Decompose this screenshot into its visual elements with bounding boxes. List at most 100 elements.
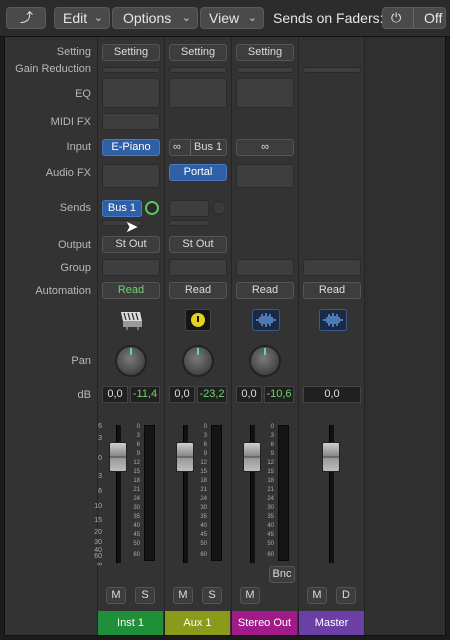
- scale-tick: 3: [98, 473, 102, 480]
- send-level-knob[interactable]: [145, 201, 159, 215]
- audio-fx-slot[interactable]: [102, 164, 160, 188]
- scale-tick: 50: [200, 541, 207, 547]
- pan-knob[interactable]: [249, 345, 281, 377]
- dim-button[interactable]: D: [336, 587, 356, 604]
- volume-value[interactable]: 0,0: [303, 386, 361, 403]
- pan-knob[interactable]: [182, 345, 214, 377]
- scale-tick: 45: [200, 532, 207, 538]
- empty-strip-area: [364, 37, 445, 635]
- group-slot[interactable]: [303, 259, 361, 276]
- stereo-link-button[interactable]: ∞: [236, 139, 294, 156]
- meter-scale: 0 3 6 9 12 15 18 21 24 30 35 40 45 50 60: [120, 423, 140, 563]
- scale-tick: 50: [267, 541, 274, 547]
- setting-button[interactable]: Setting: [236, 44, 294, 61]
- view-menu-label: View: [209, 10, 240, 26]
- peak-level-value[interactable]: -23,2: [197, 386, 227, 403]
- scale-tick: 3: [136, 433, 140, 439]
- send-slot-empty[interactable]: [169, 200, 209, 217]
- volume-value[interactable]: 0,0: [169, 386, 195, 403]
- send-level-knob[interactable]: [212, 201, 226, 215]
- channel-strip-inst1: Setting E-Piano Bus 1 ➤ St Out Read 0,0 …: [94, 37, 163, 635]
- input-slot[interactable]: ∞ Bus 1: [169, 139, 227, 156]
- automation-mode[interactable]: Read: [303, 282, 361, 299]
- setting-button[interactable]: Setting: [169, 44, 227, 61]
- mute-button[interactable]: M: [307, 587, 327, 604]
- volume-fader[interactable]: [322, 442, 340, 472]
- channel-name-inst1[interactable]: Inst 1: [98, 611, 163, 635]
- channel-name-master[interactable]: Master: [299, 611, 364, 635]
- chevron-down-icon: ⌄: [247, 12, 257, 24]
- midi-fx-slot[interactable]: [102, 113, 160, 130]
- volume-value[interactable]: 0,0: [102, 386, 128, 403]
- audio-fx-slot[interactable]: Portal: [169, 164, 227, 181]
- mixer-area: Setting Gain Reduction EQ MIDI FX Input …: [4, 36, 446, 636]
- peak-level-value[interactable]: -11,4: [130, 386, 160, 403]
- send-slot-empty[interactable]: [169, 220, 209, 226]
- waveform-icon[interactable]: [252, 309, 280, 331]
- view-menu[interactable]: View ⌄: [200, 7, 264, 29]
- scale-tick: 45: [267, 532, 274, 538]
- bounce-button[interactable]: Bnc: [269, 566, 295, 583]
- channel-strip-master: Read 0,0 M D Master: [298, 37, 364, 635]
- scale-tick: 35: [267, 514, 274, 520]
- setting-button[interactable]: Setting: [102, 44, 160, 61]
- scale-tick: 9: [136, 451, 140, 457]
- mute-button[interactable]: M: [173, 587, 193, 604]
- scale-tick: 18: [200, 478, 207, 484]
- gain-reduction-row-label: Gain Reduction: [15, 63, 91, 75]
- channel-name-stereo-out[interactable]: Stereo Out: [232, 611, 297, 635]
- edit-menu[interactable]: Edit ⌄: [54, 7, 110, 29]
- group-slot[interactable]: [102, 259, 160, 276]
- eq-slot[interactable]: [236, 78, 294, 108]
- options-menu[interactable]: Options ⌄: [112, 7, 198, 29]
- automation-mode[interactable]: Read: [236, 282, 294, 299]
- scale-tick: 15: [267, 469, 274, 475]
- scale-tick: 6: [203, 442, 207, 448]
- scale-tick: 6: [136, 442, 140, 448]
- sends-on-faders-value: Off: [424, 10, 443, 26]
- sends-on-faders-toggle[interactable]: ⏻ Off: [382, 7, 446, 29]
- back-button[interactable]: ⤴: [6, 7, 46, 29]
- scale-tick: 15: [133, 469, 140, 475]
- audio-fx-slot[interactable]: [236, 164, 294, 188]
- scale-tick: 24: [133, 496, 140, 502]
- output-slot[interactable]: St Out: [169, 236, 227, 253]
- eq-slot[interactable]: [169, 78, 227, 108]
- stereo-link-icon: ∞: [173, 141, 181, 153]
- back-arrow-icon: ⤴: [20, 10, 34, 25]
- scale-tick: 21: [200, 487, 207, 493]
- group-slot[interactable]: [169, 259, 227, 276]
- mute-button[interactable]: M: [240, 587, 260, 604]
- automation-mode[interactable]: Read: [169, 282, 227, 299]
- send-slot-bus1[interactable]: Bus 1: [102, 200, 142, 217]
- scale-tick: 12: [200, 460, 207, 466]
- automation-mode[interactable]: Read: [102, 282, 160, 299]
- scale-tick: 12: [267, 460, 274, 466]
- mixer-toolbar: ⤴ Edit ⌄ Options ⌄ View ⌄ Sends on Fader…: [0, 0, 450, 37]
- solo-button[interactable]: S: [202, 587, 222, 604]
- level-meter: [211, 425, 222, 561]
- eq-slot[interactable]: [102, 78, 160, 108]
- mute-button[interactable]: M: [106, 587, 126, 604]
- scale-tick: 60: [267, 552, 274, 558]
- aux-icon[interactable]: [185, 309, 211, 331]
- volume-value[interactable]: 0,0: [236, 386, 262, 403]
- output-slot[interactable]: St Out: [102, 236, 160, 253]
- peak-level-value[interactable]: -10,6: [264, 386, 294, 403]
- keyboard-icon[interactable]: [118, 309, 144, 331]
- automation-row-label: Automation: [35, 285, 91, 297]
- meter-scale: 0 3 6 9 12 15 18 21 24 30 35 40 45 50 60: [254, 423, 274, 563]
- scale-tick: 60: [200, 552, 207, 558]
- gain-reduction-meter: [236, 67, 294, 73]
- scale-tick: 35: [200, 514, 207, 520]
- channel-name-aux1[interactable]: Aux 1: [165, 611, 230, 635]
- scale-tick: 35: [133, 514, 140, 520]
- scale-tick: 30: [200, 505, 207, 511]
- output-row-label: Output: [57, 239, 91, 251]
- pan-knob[interactable]: [115, 345, 147, 377]
- group-slot[interactable]: [236, 259, 294, 276]
- scale-tick: 3: [270, 433, 274, 439]
- solo-button[interactable]: S: [135, 587, 155, 604]
- input-slot[interactable]: E-Piano: [102, 139, 160, 156]
- waveform-icon[interactable]: [319, 309, 347, 331]
